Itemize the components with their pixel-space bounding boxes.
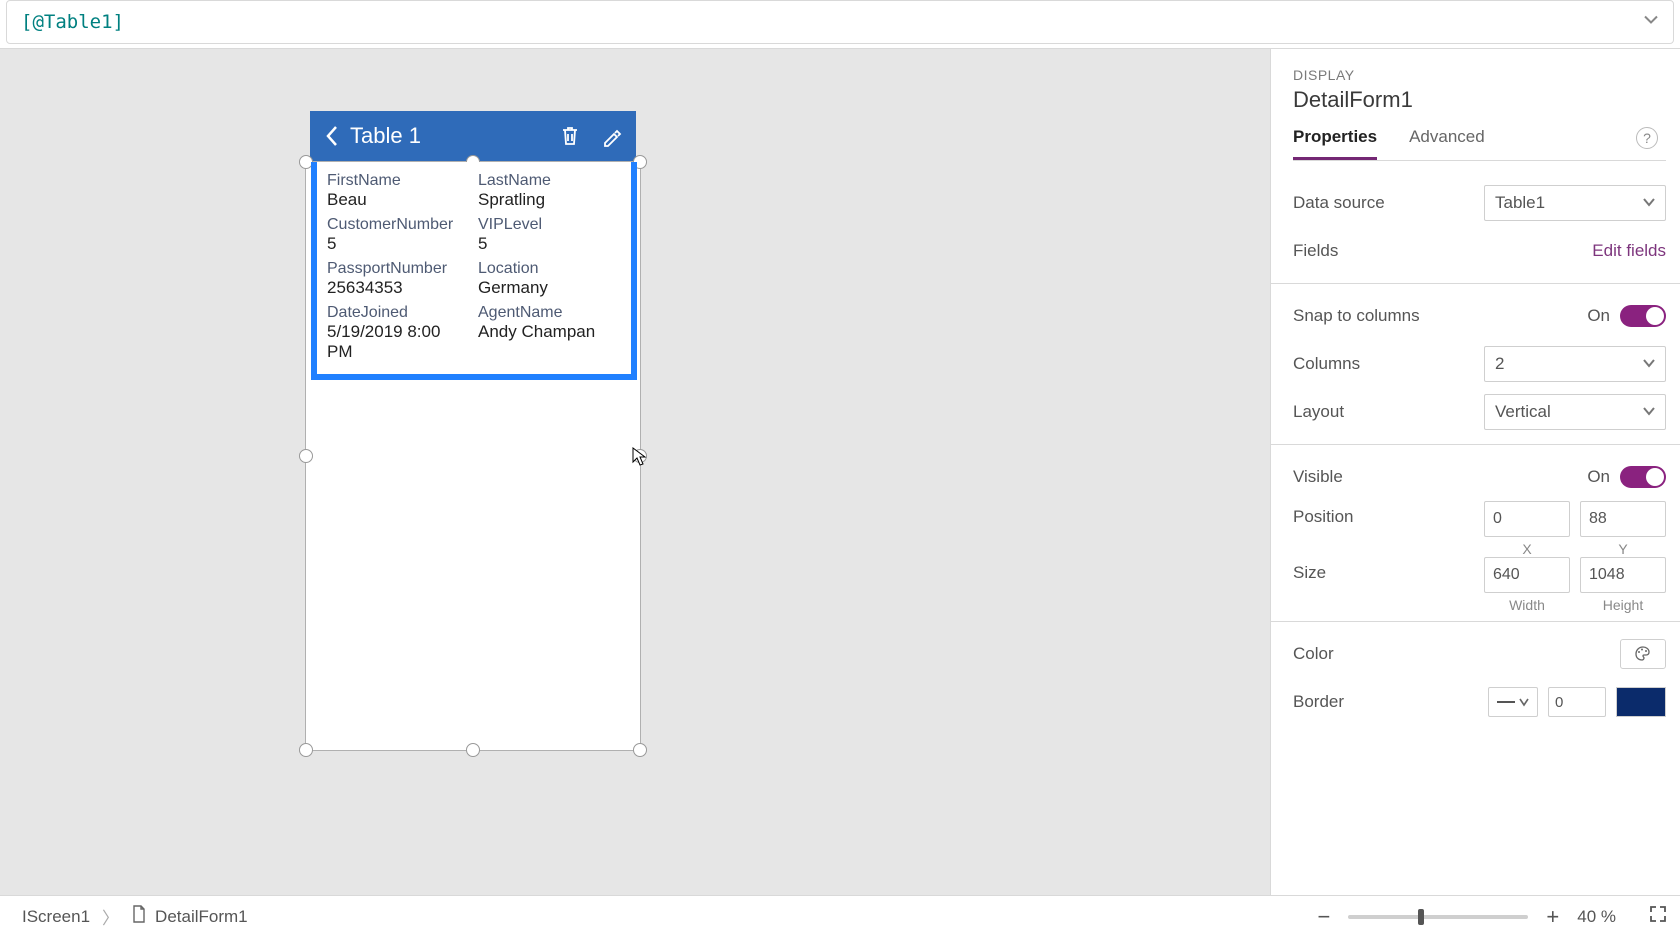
position-x-input[interactable] [1484,501,1570,537]
zoom-in-button[interactable]: + [1546,906,1559,928]
resize-handle[interactable] [299,743,313,757]
prop-label-columns: Columns [1293,354,1484,374]
fields-grid: FirstNameBeau LastNameSpratling Customer… [317,162,631,374]
field-value: 5/19/2019 8:00 PM [327,322,470,362]
zoom-level: 40 % [1577,907,1616,927]
formula-text: [@Table1] [21,11,124,33]
back-icon[interactable] [324,124,342,148]
prop-label-layout: Layout [1293,402,1484,422]
chevron-down-icon [1643,193,1655,213]
resize-handle[interactable] [633,743,647,757]
breadcrumb-screen[interactable]: IScreen1 [12,907,100,927]
edit-fields-link[interactable]: Edit fields [1592,241,1666,261]
prop-label-color: Color [1293,644,1620,664]
zoom-controls: − + 40 % [1318,904,1668,929]
resize-handle[interactable] [466,743,480,757]
panel-tabs: Properties Advanced [1293,127,1666,161]
detail-card[interactable]: FirstNameBeau LastNameSpratling Customer… [311,162,637,380]
formula-expand-button[interactable] [1643,12,1659,33]
border-width-input[interactable] [1548,687,1606,717]
color-picker[interactable] [1620,639,1666,669]
resize-handle[interactable] [299,449,313,463]
snap-state: On [1587,306,1610,326]
zoom-slider[interactable] [1348,915,1528,919]
status-bar: IScreen1 〉 DetailForm1 − + 40 % [0,895,1680,937]
field-value: Beau [327,190,470,210]
columns-dropdown[interactable]: 2 [1484,346,1666,382]
fit-to-screen-button[interactable] [1648,904,1668,929]
panel-title: DetailForm1 [1293,87,1666,113]
panel-section-label: DISPLAY [1293,67,1666,83]
width-caption: Width [1484,597,1570,613]
size-height-input[interactable] [1580,557,1666,593]
prop-label-snap: Snap to columns [1293,306,1587,326]
canvas[interactable]: Table 1 FirstNameBeau LastNameSpratling [0,48,1270,895]
prop-label-visible: Visible [1293,467,1587,487]
visible-toggle[interactable] [1620,466,1666,488]
position-y-input[interactable] [1580,501,1666,537]
layout-value: Vertical [1495,402,1551,422]
visible-state: On [1587,467,1610,487]
columns-value: 2 [1495,354,1504,374]
tab-properties[interactable]: Properties [1293,127,1377,160]
chevron-down-icon [1643,354,1655,374]
y-caption: Y [1580,541,1666,557]
chevron-down-icon [1643,402,1655,422]
prop-label-datasource: Data source [1293,193,1484,213]
field-value: 5 [327,234,470,254]
field-value: 25634353 [327,278,470,298]
tab-advanced[interactable]: Advanced [1409,127,1485,160]
border-style-dropdown[interactable] [1488,687,1538,717]
field-label: VIPLevel [478,216,621,234]
resize-handle[interactable] [633,449,647,463]
datasource-dropdown[interactable]: Table1 [1484,185,1666,221]
border-color-swatch[interactable] [1616,687,1666,717]
field-value: Germany [478,278,621,298]
x-caption: X [1484,541,1570,557]
zoom-out-button[interactable]: − [1318,906,1331,928]
document-icon [131,905,147,928]
zoom-thumb[interactable] [1418,909,1424,925]
size-width-input[interactable] [1484,557,1570,593]
detail-form-container[interactable]: FirstNameBeau LastNameSpratling Customer… [305,161,641,751]
field-label: Location [478,260,621,278]
snap-toggle[interactable] [1620,305,1666,327]
field-label: DateJoined [327,304,470,322]
prop-label-position: Position [1293,501,1484,527]
field-value: Andy Champan [478,322,621,342]
properties-panel: DISPLAY DetailForm1 ? Properties Advance… [1270,48,1680,895]
field-label: LastName [478,172,621,190]
delete-icon[interactable] [560,125,580,147]
field-label: FirstName [327,172,470,190]
datasource-value: Table1 [1495,193,1545,213]
field-label: CustomerNumber [327,216,470,234]
card-title: Table 1 [350,123,421,149]
breadcrumb-control[interactable]: DetailForm1 [121,905,258,928]
help-icon[interactable]: ? [1636,127,1658,149]
breadcrumb-separator: 〉 [102,904,119,929]
layout-dropdown[interactable]: Vertical [1484,394,1666,430]
detail-card-header: Table 1 [310,111,636,161]
field-label: AgentName [478,304,621,322]
formula-bar[interactable]: [@Table1] [6,0,1674,44]
prop-label-size: Size [1293,557,1484,583]
prop-label-fields: Fields [1293,241,1592,261]
field-value: Spratling [478,190,621,210]
edit-icon[interactable] [602,125,622,147]
field-label: PassportNumber [327,260,470,278]
prop-label-border: Border [1293,692,1488,712]
height-caption: Height [1580,597,1666,613]
field-value: 5 [478,234,621,254]
